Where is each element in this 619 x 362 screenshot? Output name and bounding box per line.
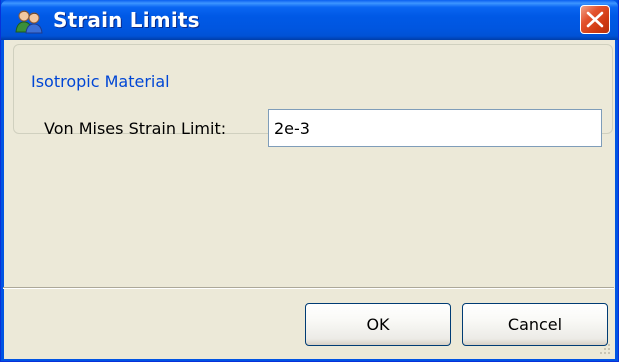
group-legend: Isotropic Material bbox=[26, 71, 175, 93]
cancel-button[interactable]: Cancel bbox=[462, 303, 608, 346]
von-mises-strain-limit-label: Von Mises Strain Limit: bbox=[44, 119, 227, 138]
users-icon bbox=[15, 8, 43, 34]
von-mises-strain-limit-field[interactable] bbox=[268, 109, 602, 147]
resize-grip-icon[interactable] bbox=[596, 340, 612, 356]
button-separator bbox=[3, 287, 614, 289]
ok-button[interactable]: OK bbox=[305, 303, 451, 346]
close-button[interactable] bbox=[580, 5, 610, 34]
window-title: Strain Limits bbox=[53, 8, 200, 32]
title-bar[interactable]: Strain Limits bbox=[1, 0, 618, 40]
close-icon bbox=[586, 11, 604, 28]
